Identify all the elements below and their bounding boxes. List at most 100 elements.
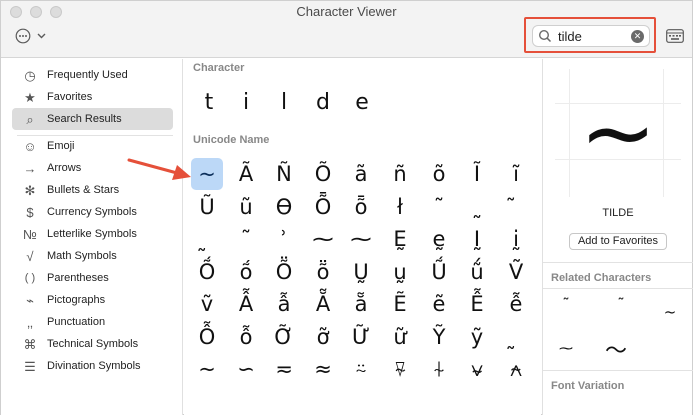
sidebar-item-bullets-stars[interactable]: ✻ Bullets & Stars: [12, 179, 173, 201]
grid-cell[interactable]: ũ: [230, 191, 262, 223]
grid-cell[interactable]: ∽: [230, 353, 262, 385]
related-character[interactable]: ˜: [606, 291, 636, 317]
grid-cell[interactable]: ṍ: [230, 256, 262, 288]
related-character[interactable]: ˜: [551, 291, 581, 317]
grid-cell[interactable]: ẽ: [423, 288, 455, 320]
grid-cell[interactable]: ẫ: [268, 288, 300, 320]
sidebar-item-favorites[interactable]: ★ Favorites: [12, 86, 173, 108]
grid-cell[interactable]: ṽ: [191, 288, 223, 320]
sidebar-item-label: Search Results: [47, 113, 122, 125]
grid-cell[interactable]: Ñ: [268, 158, 300, 190]
grid-cell[interactable]: ⁓: [307, 223, 339, 255]
sidebar-item-frequently-used[interactable]: ◷ Frequently Used: [12, 64, 173, 86]
arrow-right-icon: →: [23, 160, 37, 176]
clear-circle-icon[interactable]: ✕: [631, 30, 644, 43]
grid-cell[interactable]: ⍭: [423, 353, 455, 385]
grid-cell[interactable]: ỗ: [230, 321, 262, 353]
grid-cell[interactable]: ⍫: [384, 353, 416, 385]
sidebar-item-currency-symbols[interactable]: $ Currency Symbols: [12, 201, 173, 223]
sidebar-item-divination-symbols[interactable]: ☰ Divination Symbols: [12, 355, 173, 377]
grid-cell[interactable]: ⍨: [345, 353, 377, 385]
grid-cell[interactable]: Ȭ: [307, 191, 339, 223]
asterisk-icon: ✻: [24, 182, 36, 198]
grid-cell[interactable]: ȭ: [345, 191, 377, 223]
grid-cell[interactable]: ⍲: [500, 353, 532, 385]
grid-cell[interactable]: ̰: [500, 321, 532, 353]
punctuation-icon: ‚‚: [27, 314, 33, 330]
grid-cell[interactable]: Ỗ: [191, 321, 223, 353]
grid-cell[interactable]: Ỡ: [268, 321, 300, 353]
grid-cell[interactable]: ḛ: [423, 223, 455, 255]
grid-cell[interactable]: Ṍ: [191, 256, 223, 288]
trigram-icon: ☰: [24, 358, 36, 374]
grid-cell[interactable]: ϴ: [268, 191, 300, 223]
grid-cell[interactable]: Ḭ: [461, 223, 493, 255]
grid-cell[interactable]: ł: [384, 191, 416, 223]
grid-cell[interactable]: ˜: [230, 223, 262, 255]
grid-cell[interactable]: ̃: [500, 191, 532, 223]
keyboard-panel-icon[interactable]: [666, 29, 684, 43]
grid-cell-selected[interactable]: ~: [191, 158, 223, 190]
character-l[interactable]: l: [269, 87, 299, 117]
sidebar-item-pictographs[interactable]: ⌁ Pictographs: [12, 289, 173, 311]
numero-icon: №: [23, 226, 37, 242]
grid-cell[interactable]: ẵ: [345, 288, 377, 320]
related-character[interactable]: ⁓: [551, 336, 581, 362]
grid-cell[interactable]: ṹ: [461, 256, 493, 288]
grid-cell[interactable]: ˷: [461, 191, 493, 223]
grid-cell[interactable]: ∼: [191, 353, 223, 385]
sidebar-item-math-symbols[interactable]: √ Math Symbols: [12, 245, 173, 267]
grid-cell[interactable]: ḭ: [500, 223, 532, 255]
grid-cell[interactable]: Ễ: [461, 288, 493, 320]
grid-cell[interactable]: Ṵ: [345, 256, 377, 288]
grid-cell[interactable]: ⁓: [345, 223, 377, 255]
grid-cell[interactable]: ṵ: [384, 256, 416, 288]
grid-cell[interactable]: ĩ: [500, 158, 532, 190]
character-i[interactable]: i: [231, 87, 261, 117]
related-characters-heading: Related Characters: [551, 272, 652, 284]
character-d[interactable]: d: [308, 87, 338, 117]
grid-cell[interactable]: ̰: [191, 223, 223, 255]
grid-cell[interactable]: õ: [423, 158, 455, 190]
sidebar-item-technical-symbols[interactable]: ⌘ Technical Symbols: [12, 333, 173, 355]
grid-cell[interactable]: Ũ: [191, 191, 223, 223]
search-input[interactable]: [558, 28, 628, 44]
related-character[interactable]: 〜: [601, 336, 631, 364]
sidebar-item-parentheses[interactable]: ( ) Parentheses: [12, 267, 173, 289]
grid-cell[interactable]: ỹ: [461, 321, 493, 353]
grid-cell[interactable]: Õ: [307, 158, 339, 190]
grid-cell[interactable]: Ṏ: [268, 256, 300, 288]
grid-cell[interactable]: Ẫ: [230, 288, 262, 320]
sidebar-item-letterlike-symbols[interactable]: № Letterlike Symbols: [12, 223, 173, 245]
grid-cell[interactable]: ñ: [384, 158, 416, 190]
sidebar-item-emoji[interactable]: ☺ Emoji: [12, 135, 173, 157]
character-detail-pane: ~ TILDE Add to Favorites Related Charact…: [542, 59, 693, 415]
related-character[interactable]: ~: [655, 299, 685, 325]
grid-cell[interactable]: ⍱: [461, 353, 493, 385]
grid-cell[interactable]: ã: [345, 158, 377, 190]
grid-cell[interactable]: ỡ: [307, 321, 339, 353]
grid-cell[interactable]: Ḛ: [384, 223, 416, 255]
search-field[interactable]: ✕: [532, 25, 650, 47]
grid-cell[interactable]: Ẽ: [384, 288, 416, 320]
sidebar-item-search-results[interactable]: ⌕ Search Results: [12, 108, 173, 130]
grid-cell[interactable]: ễ: [500, 288, 532, 320]
character-t[interactable]: t: [194, 87, 224, 117]
grid-cell[interactable]: Ẵ: [307, 288, 339, 320]
grid-cell[interactable]: ≂: [268, 353, 300, 385]
grid-cell[interactable]: ʾ: [268, 223, 300, 255]
grid-cell[interactable]: Ṽ: [500, 256, 532, 288]
action-menu-button[interactable]: [15, 27, 55, 45]
grid-cell[interactable]: ˜: [423, 191, 455, 223]
grid-cell[interactable]: Ã: [230, 158, 262, 190]
sidebar-item-punctuation[interactable]: ‚‚ Punctuation: [12, 311, 173, 333]
grid-cell[interactable]: ṏ: [307, 256, 339, 288]
grid-cell[interactable]: Ṹ: [423, 256, 455, 288]
grid-cell[interactable]: Ữ: [345, 321, 377, 353]
grid-cell[interactable]: Ĩ: [461, 158, 493, 190]
grid-cell[interactable]: ữ: [384, 321, 416, 353]
add-to-favorites-button[interactable]: Add to Favorites: [569, 233, 667, 250]
grid-cell[interactable]: Ỹ: [423, 321, 455, 353]
grid-cell[interactable]: ≈: [307, 353, 339, 385]
character-e[interactable]: e: [347, 87, 377, 117]
